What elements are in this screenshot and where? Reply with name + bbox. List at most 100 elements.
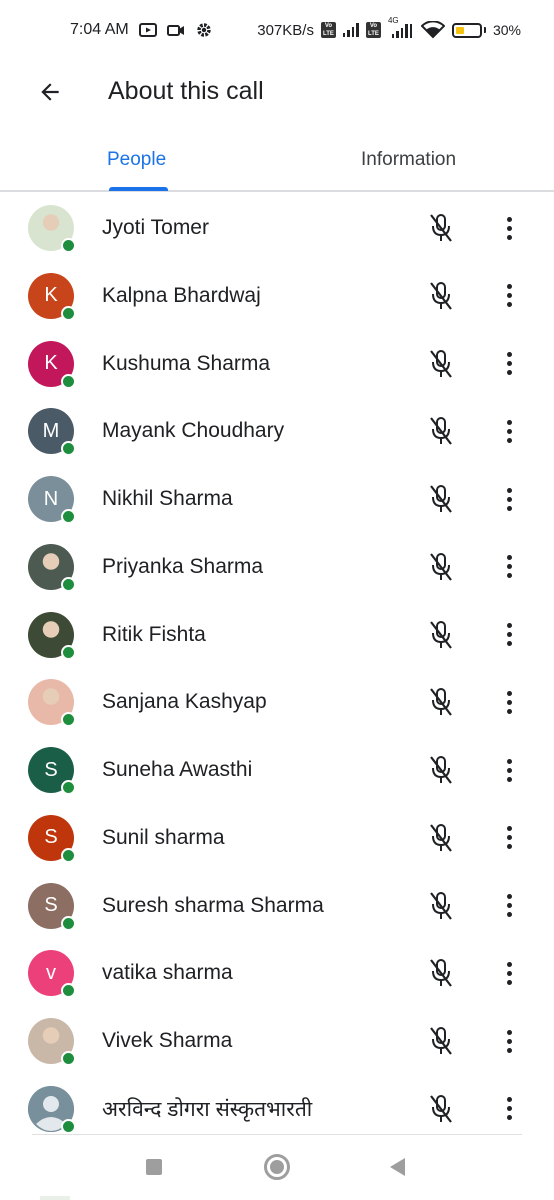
participant-name: vatika sharma: [102, 961, 233, 985]
online-status-dot: [61, 305, 76, 321]
arrow-back-icon: [41, 83, 59, 101]
online-status-dot: [61, 915, 76, 931]
more-vertical-icon[interactable]: [497, 484, 521, 514]
status-time: 7:04 AM: [70, 21, 129, 38]
participant-name: Mayank Choudhary: [102, 419, 285, 443]
participant-row[interactable]: Vivek Sharma: [0, 1007, 554, 1075]
avatar-photo: [28, 611, 76, 660]
mic-off-icon: [426, 957, 456, 989]
online-status-dot: [61, 441, 76, 457]
avatar-initial: K: [44, 284, 58, 307]
avatar: v: [28, 950, 76, 999]
avatar-photo: [28, 1018, 76, 1066]
more-vertical-icon[interactable]: [497, 1094, 521, 1124]
avatar-initial: v: [46, 961, 56, 984]
more-vertical-icon[interactable]: [497, 891, 521, 921]
avatar-initial: S: [44, 758, 58, 781]
online-status-dot: [61, 847, 76, 863]
more-vertical-icon[interactable]: [497, 620, 521, 650]
online-status-dot: [61, 238, 76, 253]
participant-row[interactable]: K Kushuma Sharma: [0, 330, 554, 398]
mic-off-icon: [426, 619, 456, 651]
mic-off-icon: [426, 1093, 456, 1125]
participant-name: Priyanka Sharma: [102, 554, 264, 578]
system-nav-bar: [0, 1134, 554, 1200]
network-speed: 307KB/s: [257, 21, 314, 39]
participant-row[interactable]: M Mayank Choudhary: [0, 397, 554, 465]
signal-4g-icon: 4G: [388, 16, 414, 38]
more-vertical-icon[interactable]: [497, 349, 521, 379]
mic-off-icon: [426, 212, 456, 244]
participant-name: अरविन्द डोगरा संस्कृतभारती: [102, 1097, 313, 1121]
online-status-dot: [61, 983, 76, 999]
more-vertical-icon[interactable]: [497, 1026, 521, 1056]
participant-row[interactable]: N Nikhil Sharma: [0, 465, 554, 533]
participant-row[interactable]: Sanjana Kashyap: [0, 668, 554, 736]
more-vertical-icon[interactable]: [497, 552, 521, 582]
battery-fill: [455, 26, 464, 34]
participant-name: Kushuma Sharma: [102, 351, 271, 375]
online-status-dot: [61, 712, 76, 728]
participant-row[interactable]: Priyanka Sharma: [0, 533, 554, 601]
status-bar-left: 7:04 AM: [70, 21, 213, 39]
mic-off-icon: [426, 415, 456, 447]
online-status-dot: [61, 373, 76, 389]
battery-icon: [451, 22, 486, 38]
online-status-dot: [61, 1118, 76, 1134]
participant-list: Jyoti Tomer K Kalpna Bhardwaj K Kushuma Shar…: [0, 194, 554, 1134]
back-button[interactable]: [30, 72, 70, 112]
avatar: S: [28, 747, 76, 795]
page-title: About this call: [108, 77, 264, 105]
avatar-initial: N: [43, 487, 59, 510]
participant-name: Sunil sharma: [102, 825, 225, 849]
mic-off-icon: [426, 1025, 456, 1057]
mic-off-icon: [426, 348, 456, 380]
participant-name: Nikhil Sharma: [102, 487, 233, 510]
more-vertical-icon[interactable]: [497, 281, 521, 311]
participant-name: Ritik Fishta: [102, 622, 206, 646]
default-avatar-icon: [28, 1085, 76, 1134]
more-vertical-icon[interactable]: [497, 755, 521, 785]
status-bar-right: 307KB/s Vo LTE Vo LTE 4G 30%: [257, 16, 521, 39]
avatar-initial: S: [44, 894, 58, 916]
avatar: K: [28, 272, 76, 321]
avatar-initial: M: [42, 419, 60, 442]
avatar-initial: S: [44, 826, 58, 849]
online-status-dot: [61, 509, 76, 524]
nav-divider: [32, 1134, 522, 1135]
mic-off-icon: [426, 890, 456, 922]
participant-row[interactable]: S Suneha Awasthi: [0, 736, 554, 804]
participant-row[interactable]: K Kalpna Bhardwaj: [0, 262, 554, 330]
participant-row[interactable]: Jyoti Tomer: [0, 194, 554, 262]
participant-row[interactable]: अरविन्द डोगरा संस्कृतभारती: [0, 1075, 554, 1134]
more-vertical-icon[interactable]: [497, 958, 521, 988]
participant-row[interactable]: S Sunil sharma: [0, 804, 554, 872]
tab-information[interactable]: Information: [361, 130, 456, 190]
recents-square-icon[interactable]: [146, 1159, 162, 1175]
gear-icon: [195, 21, 213, 39]
participant-row[interactable]: Ritik Fishta: [0, 601, 554, 669]
avatar: N: [28, 476, 76, 524]
participant-row[interactable]: S Suresh sharma Sharma: [0, 872, 554, 940]
mic-off-icon: [426, 822, 456, 854]
signal-strength-icon: [342, 23, 359, 37]
more-vertical-icon[interactable]: [497, 416, 521, 446]
avatar-photo: [28, 543, 76, 592]
battery-percent: 30%: [492, 22, 521, 38]
status-bar: 7:04 AM 307KB/s Vo LTE Vo LTE 4G 30%: [0, 0, 554, 64]
back-triangle-icon[interactable]: [390, 1158, 405, 1176]
more-vertical-icon[interactable]: [497, 213, 521, 243]
online-status-dot: [61, 644, 76, 660]
tab-people[interactable]: People: [107, 130, 166, 190]
wifi-icon: [420, 20, 446, 39]
home-circle-icon[interactable]: [264, 1154, 290, 1180]
mic-off-icon: [426, 551, 456, 583]
avatar: S: [28, 882, 76, 931]
mic-off-icon: [426, 754, 456, 786]
participant-row[interactable]: v vatika sharma: [0, 939, 554, 1007]
mic-off-icon: [426, 483, 456, 515]
more-vertical-icon[interactable]: [497, 823, 521, 853]
participant-name: Sanjana Kashyap: [102, 690, 267, 714]
participant-name: Suneha Awasthi: [102, 758, 253, 781]
more-vertical-icon[interactable]: [497, 687, 521, 717]
